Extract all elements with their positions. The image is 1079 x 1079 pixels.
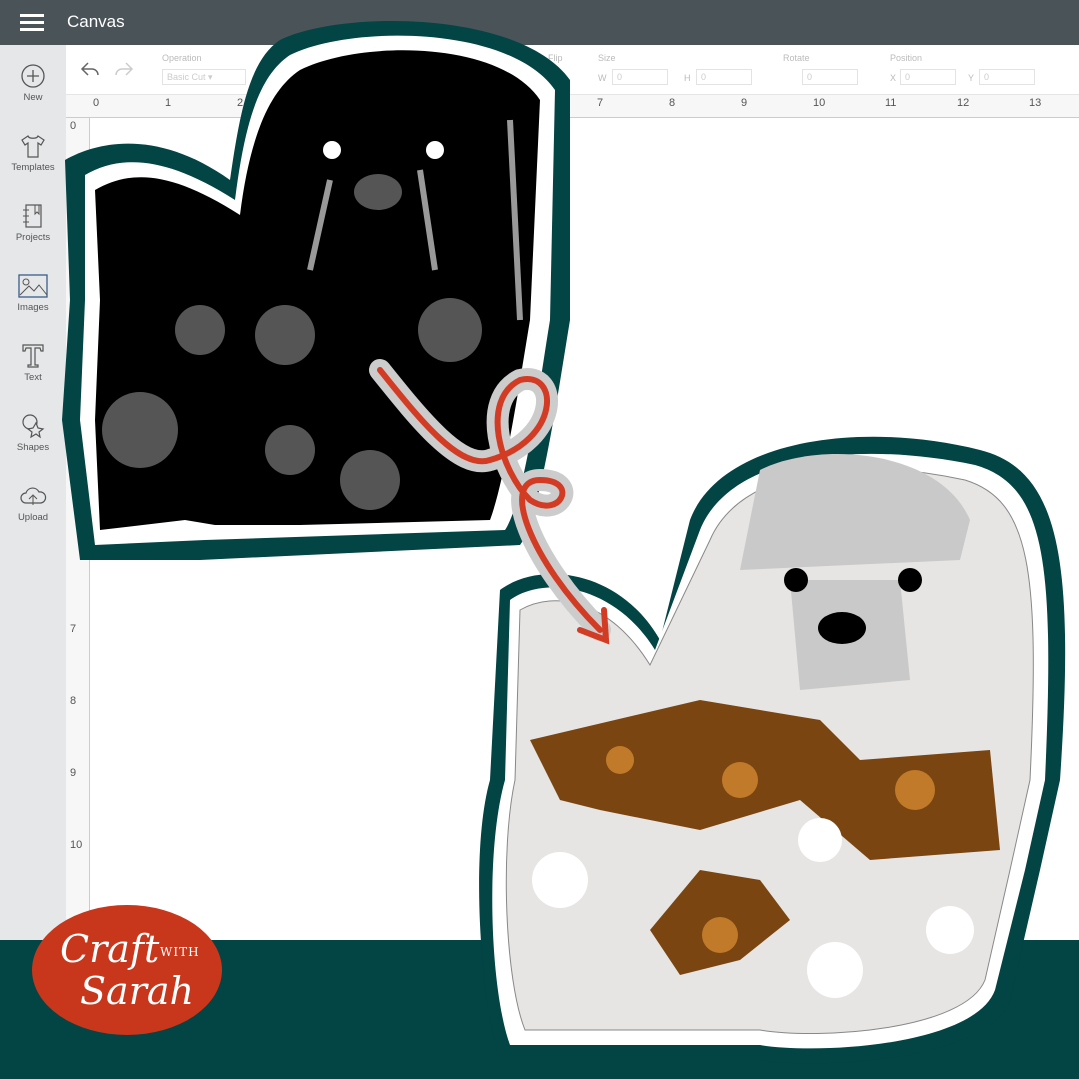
white-dog-sticker — [479, 436, 1066, 1064]
logo-text-craft: Craft — [60, 927, 160, 971]
craft-with-sarah-logo: Craft WITH Sarah — [32, 905, 222, 1035]
logo-text-sarah: Sarah — [80, 969, 194, 1013]
black-dog-sticker — [62, 20, 570, 560]
logo-text-with: WITH — [160, 945, 200, 959]
